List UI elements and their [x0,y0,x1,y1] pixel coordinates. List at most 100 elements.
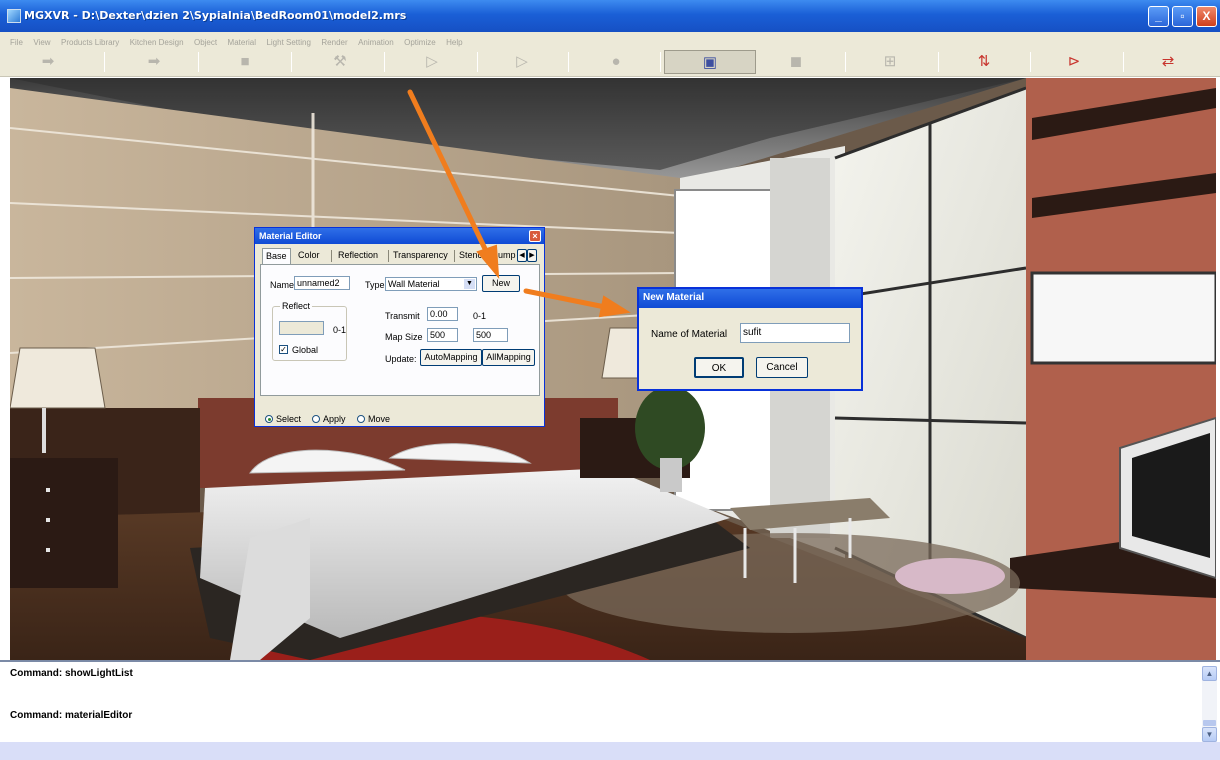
cube-icon[interactable]: ◼ [756,50,836,74]
map-size-width-input[interactable]: 500 [427,328,458,342]
refresh-icon[interactable]: ⇄ [1128,50,1208,74]
move-mode-label: Move [368,414,391,424]
menu-bar: File View Products Library Kitchen Desig… [0,32,1220,47]
map-size-height-input[interactable]: 500 [473,328,508,342]
update-label: Update: [385,354,417,364]
arrow-double-icon[interactable]: ➡ [114,50,194,74]
bedroom-scene [10,78,1216,660]
tab-separator [331,250,332,262]
material-name-label: Name of Material [651,329,728,340]
toolbar-separator [477,52,478,72]
reflect-range-label: 0-1 [333,325,347,335]
ok-button[interactable]: OK [694,357,744,378]
menu-kitchen-design[interactable]: Kitchen Design [127,36,187,47]
new-material-titlebar[interactable]: New Material [639,289,861,308]
toolbar-separator [568,52,569,72]
menu-object[interactable]: Object [191,36,220,47]
toolbar-separator [104,52,105,72]
apply-mode-label: Apply [323,414,346,424]
title-bar: MGXVR - D:\Dexter\dzien 2\Sypialnia\BedR… [0,0,1220,32]
toolbar-separator [845,52,846,72]
menu-animation[interactable]: Animation [355,36,397,47]
new-material-dialog: New Material Name of Material sufit OK C… [637,287,863,391]
chevron-down-icon[interactable]: ▼ [464,279,475,289]
toolbar-separator [198,52,199,72]
console-scrollbar[interactable]: ▲ ▼ [1202,666,1217,742]
transmit-label: Transmit [385,311,420,321]
new-material-button[interactable]: New [482,275,520,292]
cancel-button[interactable]: Cancel [756,357,808,378]
tab-scroll-right-icon[interactable]: ▶ [527,249,537,262]
tab-base[interactable]: Base [262,248,291,264]
type-select-value: Wall Material [388,279,440,289]
type-select[interactable]: Wall Material ▼ [385,277,477,291]
stop-square-icon[interactable]: ■ [205,50,285,74]
status-bar [0,742,1220,760]
menu-render[interactable]: Render [318,36,350,47]
scroll-thumb[interactable] [1203,720,1216,726]
move-mode-radio[interactable] [357,415,365,423]
automapping-button[interactable]: AutoMapping [420,349,482,366]
sphere-icon[interactable]: ● [576,50,656,74]
close-icon[interactable]: × [529,230,541,242]
wand-icon[interactable]: ⚒ [300,50,380,74]
allmapping-button[interactable]: AllMapping [482,349,535,366]
scroll-up-icon[interactable]: ▲ [1202,666,1217,681]
tab-separator [388,250,389,262]
play-icon[interactable]: ▷ [392,50,472,74]
scroll-down-icon[interactable]: ▼ [1202,727,1217,742]
menu-view[interactable]: View [30,36,53,47]
new-material-title: New Material [643,292,705,303]
toolbar-separator [660,52,661,72]
material-name-input[interactable]: unnamed2 [294,276,350,290]
select-mode-radio[interactable] [265,415,273,423]
tab-separator [454,250,455,262]
tab-reflection[interactable]: Reflection [335,248,381,264]
play-alt-icon[interactable]: ▷ [482,50,562,74]
toolbar-separator [938,52,939,72]
close-button[interactable]: X [1196,6,1217,27]
menu-light-setting[interactable]: Light Setting [263,36,313,47]
menu-file[interactable]: File [0,36,26,47]
menu-help[interactable]: Help [443,36,465,47]
material-editor-titlebar[interactable]: Material Editor × [255,228,544,244]
transmit-input[interactable]: 0.00 [427,307,458,321]
arrow-right-icon[interactable]: ➡ [8,50,88,74]
toolbar-separator [1030,52,1031,72]
menu-products-library[interactable]: Products Library [58,36,122,47]
cube-active-icon[interactable]: ▣ [664,50,756,74]
console-line: Command: materialEditor [10,710,133,721]
tab-color[interactable]: Color [295,248,323,264]
maximize-button[interactable]: ▫ [1172,6,1193,27]
tab-transparency[interactable]: Transparency [390,248,451,264]
forward-icon[interactable]: ⊳ [1034,50,1114,74]
window-title: MGXVR - D:\Dexter\dzien 2\Sypialnia\BedR… [24,9,407,22]
console-line: Command: showLightList [10,668,133,679]
new-material-name-input[interactable]: sufit [740,323,850,343]
global-label: Global [292,345,319,355]
menu-material[interactable]: Material [225,36,259,47]
toolbar: ➡ ➡ ■ ⚒ ▷ ▷ ● ▣ ◼ ⊞ ⇅ ⊳ ⇄ [0,47,1220,77]
swap-icon[interactable]: ⇅ [944,50,1024,74]
type-label: Type [365,280,385,290]
3d-viewport[interactable] [10,78,1216,660]
base-tab-pane: Name unnamed2 Type Wall Material ▼ New R… [260,264,540,396]
menu-optimize[interactable]: Optimize [401,36,439,47]
material-editor-tabs: Base Color Reflection Transparency Stenc… [259,248,538,264]
tab-stencil[interactable]: Stencil [456,248,489,264]
minimize-button[interactable]: _ [1148,6,1169,27]
mesh-icon[interactable]: ⊞ [850,50,930,74]
material-editor-dialog: Material Editor × Base Color Reflection … [254,227,545,427]
reflect-input[interactable] [279,321,324,335]
map-size-label: Map Size [385,332,423,342]
tab-bump[interactable]: Bump [489,248,519,264]
app-icon [7,9,21,23]
reflect-label: Reflect [280,301,313,311]
toolbar-separator [291,52,292,72]
apply-mode-radio[interactable] [312,415,320,423]
toolbar-separator [384,52,385,72]
name-label: Name [270,280,295,290]
global-checkbox[interactable]: ✓ [279,345,288,354]
command-console[interactable]: Command: showLightList Command: material… [0,660,1220,742]
tab-scroll-left-icon[interactable]: ◀ [517,249,527,262]
